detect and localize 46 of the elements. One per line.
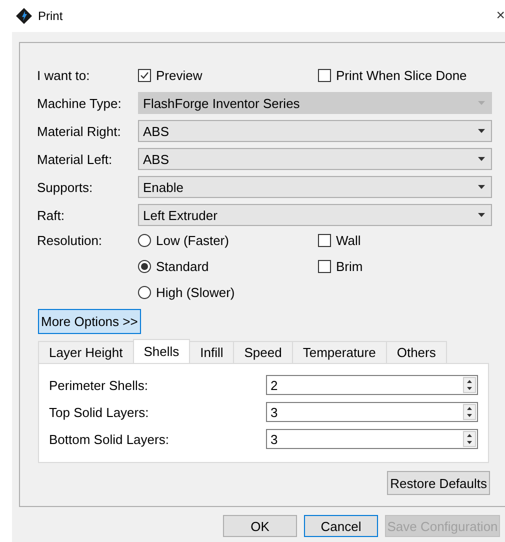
tab[interactable]: Temperature xyxy=(292,341,387,363)
field-label: Top Solid Layers: xyxy=(49,404,150,420)
field-label: Material Left: xyxy=(37,152,114,166)
radio-button[interactable]: High (Slower) xyxy=(138,285,318,300)
checkbox[interactable]: Brim xyxy=(318,259,498,274)
dialog-button[interactable]: Cancel xyxy=(304,515,378,537)
checkmark-icon xyxy=(139,70,150,80)
restore-defaults-button[interactable]: Restore Defaults xyxy=(387,471,490,495)
checkbox[interactable]: Wall xyxy=(318,233,498,248)
field-label: Machine Type: xyxy=(37,96,122,110)
dropdown-arrow-icon xyxy=(478,185,485,189)
field-label: I want to: xyxy=(37,68,91,82)
window-title: Print xyxy=(38,9,63,23)
spin-field[interactable]: 2 xyxy=(266,375,478,395)
radio-button[interactable]: Standard xyxy=(138,259,318,274)
close-button[interactable]: × xyxy=(496,7,505,24)
dropdown-arrow-icon xyxy=(478,129,485,133)
radio-dot-icon xyxy=(141,263,148,270)
dropdown-arrow-icon xyxy=(478,213,485,217)
dialog-button[interactable]: OK xyxy=(223,515,297,537)
field-label: Bottom Solid Layers: xyxy=(49,432,170,446)
tab[interactable]: Shells xyxy=(132,339,190,363)
field-label: Material Right: xyxy=(37,124,122,138)
dropdown[interactable]: Left Extruder xyxy=(138,204,492,226)
app-logo-icon xyxy=(16,8,32,24)
checkbox[interactable]: Preview xyxy=(138,68,318,82)
radio-button[interactable]: Low (Faster) xyxy=(138,233,318,248)
field-label: Resolution: xyxy=(37,233,104,250)
tab[interactable]: Others xyxy=(386,341,447,363)
field-label: Perimeter Shells: xyxy=(49,378,149,392)
spin-field[interactable]: 3 xyxy=(266,402,478,422)
checkbox[interactable]: Print When Slice Done xyxy=(318,68,467,82)
tab[interactable]: Speed xyxy=(233,341,293,363)
dropdown-arrow-icon xyxy=(478,157,485,161)
dropdown[interactable]: ABS xyxy=(138,120,492,142)
spin-field[interactable]: 3 xyxy=(266,429,478,449)
field-label: Raft: xyxy=(37,208,66,222)
more-options-button[interactable]: More Options >> xyxy=(38,309,141,334)
spin-arrows-icon xyxy=(463,404,476,420)
dropdown[interactable]: ABS xyxy=(138,148,492,170)
dropdown-arrow-icon xyxy=(478,101,485,105)
field-label: Supports: xyxy=(37,180,94,194)
tab[interactable]: Layer Height xyxy=(38,341,134,363)
spin-arrows-icon xyxy=(463,377,476,393)
dropdown[interactable]: Enable xyxy=(138,176,492,198)
spin-arrows-icon xyxy=(463,431,476,447)
